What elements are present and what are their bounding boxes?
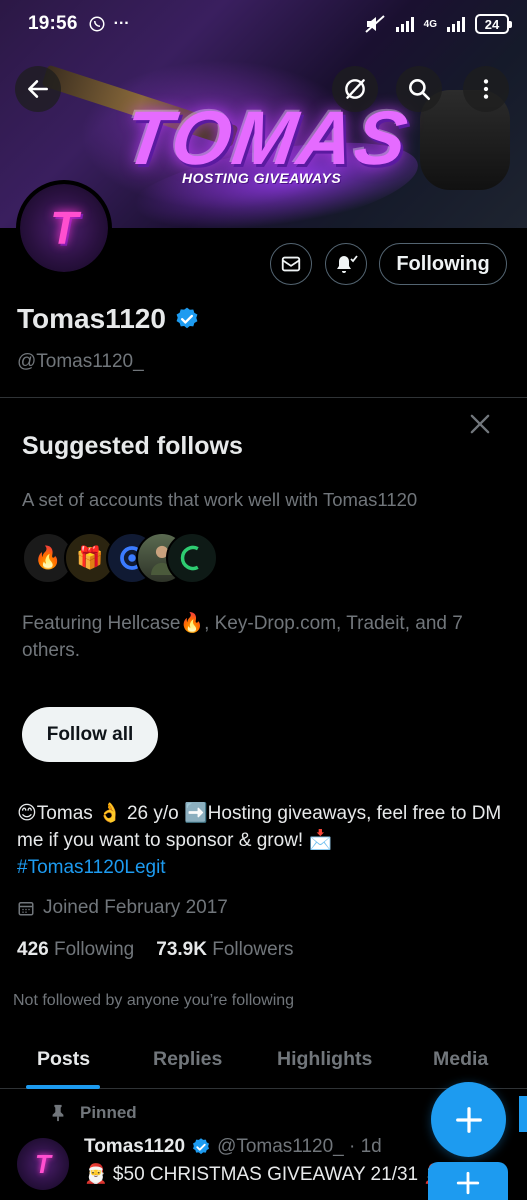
- followers-count: 73.9K: [156, 939, 207, 960]
- pin-icon: [52, 1104, 64, 1122]
- following-count: 426: [17, 939, 49, 960]
- status-time: 19:56: [28, 13, 78, 34]
- suggested-featuring: Featuring Hellcase🔥, Key-Drop.com, Trade…: [22, 613, 463, 661]
- tab-replies[interactable]: Replies: [153, 1048, 222, 1071]
- profile-handle: @Tomas1120_: [17, 351, 144, 372]
- post-author-avatar[interactable]: T: [17, 1138, 69, 1190]
- search-icon: [409, 79, 431, 101]
- calendar-icon: [18, 902, 34, 916]
- network-type: 4G: [423, 18, 437, 30]
- back-arrow-icon: [28, 80, 48, 98]
- suggested-follows-description: A set of accounts that work well with To…: [22, 489, 418, 510]
- back-button[interactable]: [15, 66, 61, 112]
- battery-icon: 24: [475, 14, 512, 34]
- follow-counts: 426 Following 73.9K Followers: [17, 939, 294, 961]
- whatsapp-icon: [89, 16, 105, 32]
- mail-icon: [281, 256, 301, 272]
- post-text[interactable]: 🎅 $50 CHRISTMAS GIVEAWAY 21/31 🎅: [84, 1162, 447, 1186]
- signal-icon: [395, 16, 414, 32]
- post-handle-time: @Tomas1120_ · 1d: [217, 1136, 382, 1157]
- banner-subtitle: HOSTING GIVEAWAYS: [182, 170, 342, 186]
- message-button[interactable]: [270, 243, 312, 285]
- suggested-avatars[interactable]: 🔥 🎁: [22, 532, 222, 584]
- profile-bio: 😊Tomas 👌 26 y/o ➡️Hosting giveaways, fee…: [17, 800, 512, 881]
- signal-icon-2: [447, 16, 465, 32]
- bio-text: 😊Tomas 👌 26 y/o ➡️Hosting giveaways, fee…: [17, 803, 502, 851]
- compose-post-button[interactable]: [431, 1082, 506, 1157]
- avatar-logo-letter: T: [49, 202, 79, 254]
- tab-media[interactable]: Media: [433, 1048, 488, 1071]
- followers-count-link[interactable]: 73.9K Followers: [156, 939, 293, 961]
- active-tab-indicator: [26, 1085, 100, 1089]
- suggested-follows-title: Suggested follows: [22, 432, 243, 460]
- profile-name-row: Tomas1120: [17, 303, 200, 335]
- follow-all-button[interactable]: Follow all: [22, 707, 158, 762]
- grok-button[interactable]: [332, 66, 378, 112]
- search-button[interactable]: [396, 66, 442, 112]
- tab-highlights[interactable]: Highlights: [277, 1048, 372, 1071]
- post-author-name[interactable]: Tomas1120: [84, 1136, 185, 1158]
- more-dots-icon: ···: [113, 15, 130, 32]
- bio-hashtag[interactable]: #Tomas1120Legit: [17, 857, 166, 878]
- profile-name: Tomas1120: [17, 303, 166, 334]
- verified-badge-icon[interactable]: [174, 306, 200, 332]
- mute-icon: [364, 15, 385, 33]
- suggested-follows-card: Suggested follows A set of accounts that…: [0, 397, 527, 790]
- post-header: Tomas1120 @Tomas1120_ · 1d: [84, 1136, 382, 1158]
- profile-tabs: Posts Replies Highlights Media: [0, 1035, 527, 1089]
- pinned-label-row: Pinned: [50, 1103, 137, 1123]
- status-bar: 19:56 ··· 4G 24: [0, 0, 527, 48]
- compose-bottom-button[interactable]: [428, 1162, 508, 1200]
- joined-date: Joined February 2017: [43, 897, 228, 918]
- notifications-button[interactable]: [325, 243, 367, 285]
- joined-date-row: Joined February 2017: [17, 897, 228, 919]
- bell-check-icon: [337, 255, 358, 273]
- tab-posts[interactable]: Posts: [37, 1048, 90, 1071]
- not-followed-notice: Not followed by anyone you’re following: [13, 992, 295, 1009]
- profile-avatar[interactable]: T: [16, 180, 112, 276]
- verified-badge-icon: [193, 1138, 210, 1155]
- pinned-label: Pinned: [80, 1103, 137, 1122]
- more-vertical-icon: [483, 79, 489, 99]
- followers-count-label: Followers: [212, 939, 294, 960]
- avatar-image: T: [20, 184, 108, 272]
- plus-icon: [455, 1106, 482, 1133]
- close-icon[interactable]: [466, 410, 494, 438]
- banner-title: TOMAS: [119, 96, 415, 181]
- more-options-button[interactable]: [463, 66, 509, 112]
- plus-icon: [456, 1171, 480, 1195]
- following-button[interactable]: Following: [379, 243, 507, 285]
- green-logo-avatar[interactable]: [166, 532, 218, 584]
- edge-scroll-indicator: [519, 1096, 527, 1132]
- post-avatar-letter: T: [35, 1148, 51, 1179]
- following-count-label: Following: [53, 939, 135, 960]
- following-count-link[interactable]: 426 Following: [17, 939, 134, 961]
- grok-icon: [345, 79, 365, 99]
